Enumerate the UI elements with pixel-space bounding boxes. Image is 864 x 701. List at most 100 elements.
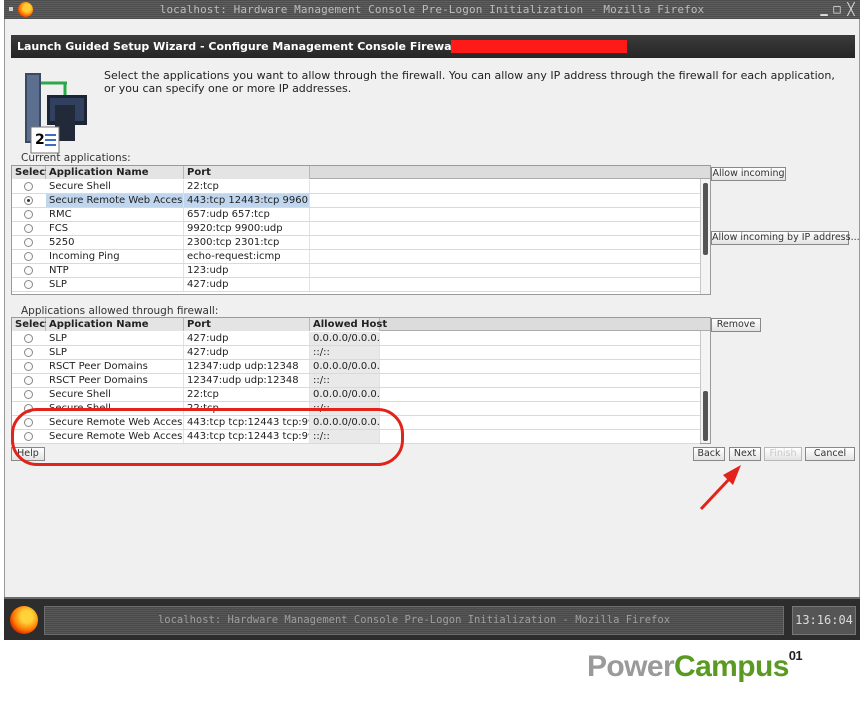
logo-part-campus: Campus xyxy=(674,650,789,683)
maximize-icon[interactable]: □ xyxy=(831,3,843,15)
radio-button[interactable] xyxy=(24,266,33,275)
taskbar-clock: 13:16:04 xyxy=(792,606,856,635)
port-cell: echo-request:icmp xyxy=(184,250,310,263)
minimize-icon[interactable]: ▁ xyxy=(818,3,830,15)
column-header-select[interactable]: Select xyxy=(12,318,50,331)
firefox-taskbar-icon[interactable] xyxy=(10,606,38,634)
allowed-table-scrollbar[interactable] xyxy=(700,331,710,443)
table-row[interactable]: NTP 123:udp xyxy=(12,264,700,278)
allow-incoming-button[interactable]: Allow incoming xyxy=(711,167,786,181)
application-name-cell: Secure Shell xyxy=(46,388,184,401)
logo-part-power: Power xyxy=(587,650,675,683)
port-cell: 12347:udp udp:12348 xyxy=(184,360,310,373)
port-cell: 427:udp xyxy=(184,346,310,359)
taskbar: localhost: Hardware Management Console P… xyxy=(4,597,860,640)
table-row[interactable]: FCS 9920:tcp 9900:udp xyxy=(12,222,700,236)
column-header-select[interactable]: Select xyxy=(12,166,50,179)
table-row[interactable]: 5250 2300:tcp 2301:tcp xyxy=(12,236,700,250)
annotation-highlight-oval xyxy=(11,408,404,466)
table-row[interactable]: Secure Remote Web Access 443:tcp 12443:tc… xyxy=(12,194,700,208)
table-header: Select Application Name Port xyxy=(12,166,710,179)
application-name-cell: SLP xyxy=(46,278,184,291)
application-name-cell: 5250 xyxy=(46,236,184,249)
radio-button[interactable] xyxy=(24,196,33,205)
application-name-cell: Incoming Ping xyxy=(46,250,184,263)
application-name-cell: SLP xyxy=(46,332,184,345)
allowed-host-cell: ::/:: xyxy=(310,346,380,359)
remove-button[interactable]: Remove xyxy=(711,318,761,332)
scrollbar-thumb[interactable] xyxy=(703,183,708,255)
current-applications-table: Select Application Name Port Secure Shel… xyxy=(11,165,711,295)
column-header-port[interactable]: Port xyxy=(184,166,310,179)
wizard-title: Launch Guided Setup Wizard - Configure M… xyxy=(17,40,513,53)
table-row[interactable]: RMC 657:udp 657:tcp xyxy=(12,208,700,222)
application-name-cell: Secure Remote Web Access xyxy=(46,194,184,207)
icon-badge: 2 xyxy=(35,132,45,148)
column-header-allowed-host[interactable]: Allowed Host xyxy=(310,318,387,331)
logo-part-number: 01 xyxy=(788,648,803,663)
allowed-host-cell: 0.0.0.0/0.0.0.0 xyxy=(310,332,380,345)
taskbar-window-item[interactable]: localhost: Hardware Management Console P… xyxy=(44,606,784,635)
table-row[interactable]: Incoming Ping echo-request:icmp xyxy=(12,250,700,264)
port-cell: 123:udp xyxy=(184,264,310,277)
scrollbar-thumb[interactable] xyxy=(703,391,708,441)
close-icon[interactable]: ╳ xyxy=(845,3,857,15)
window-title: localhost: Hardware Management Console P… xyxy=(159,3,705,16)
allowed-applications-label: Applications allowed through firewall: xyxy=(21,305,219,317)
radio-button[interactable] xyxy=(24,334,33,343)
application-name-cell: FCS xyxy=(46,222,184,235)
radio-button[interactable] xyxy=(24,390,33,399)
annotation-arrow-icon xyxy=(699,465,741,511)
radio-button[interactable] xyxy=(24,252,33,261)
table-row[interactable]: SLP 427:udp xyxy=(12,278,700,292)
powercampus-logo: PowerCampus01 xyxy=(587,648,803,684)
wizard-instructions: Select the applications you want to allo… xyxy=(104,69,835,95)
table-row[interactable]: RSCT Peer Domains 12347:udp udp:12348 0.0.… xyxy=(12,360,700,374)
table-row[interactable]: Secure Shell 22:tcp 0.0.0.0/0.0.0.0 xyxy=(12,388,700,402)
table-row[interactable]: SLP 427:udp::/:: xyxy=(12,346,700,360)
allowed-host-cell: 0.0.0.0/0.0.0.0 xyxy=(310,360,380,373)
radio-button[interactable] xyxy=(24,224,33,233)
application-name-cell: RSCT Peer Domains xyxy=(46,374,184,387)
browser-content: Launch Guided Setup Wizard - Configure M… xyxy=(4,19,860,597)
application-name-cell: Secure Shell xyxy=(46,180,184,193)
port-cell: 12347:udp udp:12348 xyxy=(184,374,310,387)
table-header: Select Application Name Port Allowed Hos… xyxy=(12,318,710,331)
table-row[interactable]: Secure Shell 22:tcp xyxy=(12,180,700,194)
radio-button[interactable] xyxy=(24,182,33,191)
port-cell: 2300:tcp 2301:tcp xyxy=(184,236,310,249)
application-name-cell: RSCT Peer Domains xyxy=(46,360,184,373)
column-header-application-name[interactable]: Application Name xyxy=(46,318,184,331)
port-cell: 22:tcp xyxy=(184,388,310,401)
current-applications-label: Current applications: xyxy=(21,152,131,164)
port-cell: 427:udp xyxy=(184,278,310,291)
allow-incoming-by-ip-button[interactable]: Allow incoming by IP address... xyxy=(711,231,860,245)
network-computer-icon: 2 xyxy=(25,73,87,154)
port-cell: 22:tcp xyxy=(184,180,310,193)
port-cell: 657:udp 657:tcp xyxy=(184,208,310,221)
column-header-port[interactable]: Port xyxy=(184,318,310,331)
radio-button[interactable] xyxy=(24,280,33,289)
radio-button[interactable] xyxy=(24,362,33,371)
cancel-button[interactable]: Cancel xyxy=(805,447,855,461)
radio-button[interactable] xyxy=(24,348,33,357)
application-name-cell: NTP xyxy=(46,264,184,277)
current-table-scrollbar[interactable] xyxy=(700,179,710,294)
radio-button[interactable] xyxy=(24,238,33,247)
window-titlebar[interactable]: localhost: Hardware Management Console P… xyxy=(4,0,860,19)
application-name-cell: RMC xyxy=(46,208,184,221)
port-cell: 443:tcp 12443:tcp 9960:tcp xyxy=(184,194,310,207)
redaction-block xyxy=(451,40,627,53)
table-row[interactable]: SLP 427:udp 0.0.0.0/0.0.0.0 xyxy=(12,332,700,346)
table-row[interactable]: RSCT Peer Domains 12347:udp udp:12348::/:… xyxy=(12,374,700,388)
port-cell: 427:udp xyxy=(184,332,310,345)
radio-button[interactable] xyxy=(24,376,33,385)
port-cell: 9920:tcp 9900:udp xyxy=(184,222,310,235)
application-name-cell: SLP xyxy=(46,346,184,359)
radio-button[interactable] xyxy=(24,210,33,219)
allowed-host-cell: 0.0.0.0/0.0.0.0 xyxy=(310,388,380,401)
finish-button[interactable]: Finish xyxy=(764,447,802,461)
wizard-title-bar: Launch Guided Setup Wizard - Configure M… xyxy=(11,35,855,58)
column-header-application-name[interactable]: Application Name xyxy=(46,166,184,179)
allowed-host-cell: ::/:: xyxy=(310,374,380,387)
